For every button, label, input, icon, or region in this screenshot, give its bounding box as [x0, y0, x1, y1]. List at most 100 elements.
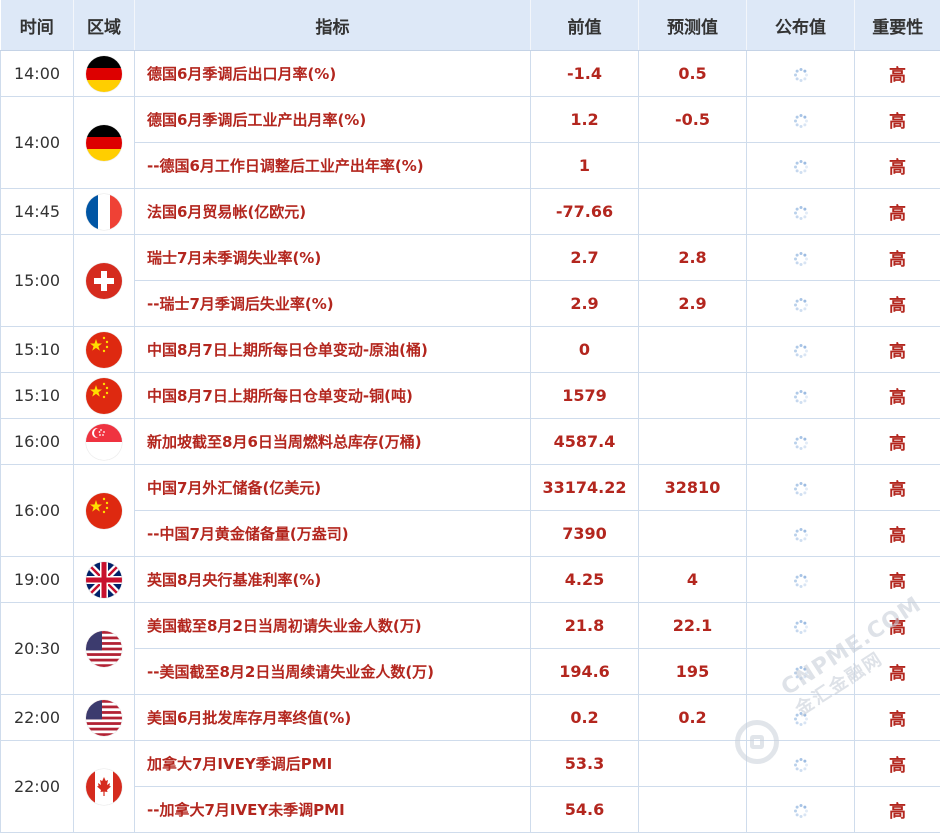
- importance-badge: 高: [854, 96, 940, 143]
- forecast-value: 22.1: [638, 602, 747, 649]
- table-row: --美国截至8月2日当周续请失业金人数(万) 194.6 195 高: [1, 648, 940, 695]
- region-flag-cell: [73, 326, 135, 373]
- actual-value-pending: [746, 326, 855, 373]
- event-time: 15:00: [0, 234, 74, 327]
- column-header-time: 时间: [0, 0, 74, 51]
- previous-value: 0.2: [530, 694, 639, 741]
- region-flag-cell: [73, 50, 135, 97]
- table-row: 14:00 德国6月季调后工业产出月率(%) 1.2 -0.5 高: [0, 96, 940, 189]
- france-flag-icon: [86, 193, 122, 230]
- importance-badge: 高: [854, 142, 940, 189]
- indicator-name[interactable]: 法国6月贸易帐(亿欧元): [134, 188, 531, 235]
- importance-badge: 高: [854, 372, 940, 419]
- table-row: 15:10 中国8月7日上期所每日仓单变动-原油(桶) 0 高: [0, 326, 940, 373]
- actual-value-pending: [746, 464, 855, 511]
- indicator-name[interactable]: 新加坡截至8月6日当周燃料总库存(万桶): [134, 418, 531, 465]
- table-row: --加拿大7月IVEY未季调PMI 54.6 高: [1, 786, 940, 833]
- table-row: 16:00 新加坡截至8月6日当周燃料总库存(万桶) 4587.4 高: [0, 418, 940, 465]
- previous-value: -77.66: [530, 188, 639, 235]
- previous-value: 54.6: [530, 786, 639, 833]
- indicator-name[interactable]: 瑞士7月未季调失业率(%): [134, 234, 531, 281]
- importance-badge: 高: [854, 786, 940, 833]
- forecast-value: [638, 740, 747, 787]
- region-flag-cell: [73, 188, 135, 235]
- germany-flag-icon: [86, 55, 122, 92]
- column-header-indicator: 指标: [134, 0, 531, 51]
- event-time: 14:00: [0, 50, 74, 97]
- event-time: 15:10: [0, 326, 74, 373]
- actual-value-pending: [746, 510, 855, 557]
- event-time: 16:00: [0, 418, 74, 465]
- region-flag-cell: [73, 556, 135, 603]
- indicator-name[interactable]: 美国6月批发库存月率终值(%): [134, 694, 531, 741]
- forecast-value: 0.2: [638, 694, 747, 741]
- singapore-flag-icon: [86, 423, 122, 460]
- loading-spinner-icon: [793, 573, 809, 589]
- table-row: 19:00 英国8月央行基准利率(%) 4.25 4 高: [0, 556, 940, 603]
- indicator-name[interactable]: 中国8月7日上期所每日仓单变动-铜(吨): [134, 372, 531, 419]
- indicator-name[interactable]: --美国截至8月2日当周续请失业金人数(万): [134, 648, 531, 695]
- loading-spinner-icon: [793, 481, 809, 497]
- loading-spinner-icon: [793, 711, 809, 727]
- actual-value-pending: [746, 96, 855, 143]
- region-flag-cell: [73, 464, 135, 557]
- loading-spinner-icon: [793, 619, 809, 635]
- indicator-name[interactable]: 德国6月季调后工业产出月率(%): [134, 96, 531, 143]
- actual-value-pending: [746, 188, 855, 235]
- table-row: 14:45 法国6月贸易帐(亿欧元) -77.66 高: [0, 188, 940, 235]
- column-header-forecast: 预测值: [638, 0, 747, 51]
- actual-value-pending: [746, 418, 855, 465]
- indicator-name[interactable]: 英国8月央行基准利率(%): [134, 556, 531, 603]
- loading-spinner-icon: [793, 527, 809, 543]
- indicator-name[interactable]: 中国7月外汇储备(亿美元): [134, 464, 531, 511]
- usa-flag-icon: [86, 699, 122, 736]
- indicator-name[interactable]: 中国8月7日上期所每日仓单变动-原油(桶): [134, 326, 531, 373]
- table-row: 22:00 美国6月批发库存月率终值(%) 0.2 0.2 高: [0, 694, 940, 741]
- china-flag-icon: [86, 377, 122, 414]
- forecast-value: 195: [638, 648, 747, 695]
- previous-value: 1579: [530, 372, 639, 419]
- event-time: 22:00: [0, 694, 74, 741]
- forecast-value: 4: [638, 556, 747, 603]
- previous-value: 7390: [530, 510, 639, 557]
- previous-value: 33174.22: [530, 464, 639, 511]
- region-flag-cell: [73, 418, 135, 465]
- indicator-name[interactable]: 德国6月季调后出口月率(%): [134, 50, 531, 97]
- table-row: 20:30 美国截至8月2日当周初请失业金人数(万) 21.8 22.1 高: [0, 602, 940, 695]
- switzerland-flag-icon: [86, 262, 122, 299]
- importance-badge: 高: [854, 510, 940, 557]
- importance-badge: 高: [854, 464, 940, 511]
- indicator-name[interactable]: --瑞士7月季调后失业率(%): [134, 280, 531, 327]
- previous-value: 4.25: [530, 556, 639, 603]
- actual-value-pending: [746, 280, 855, 327]
- importance-badge: 高: [854, 418, 940, 465]
- indicator-name[interactable]: --中国7月黄金储备量(万盎司): [134, 510, 531, 557]
- importance-badge: 高: [854, 280, 940, 327]
- forecast-value: [638, 510, 747, 557]
- actual-value-pending: [746, 556, 855, 603]
- table-row: --中国7月黄金储备量(万盎司) 7390 高: [1, 510, 940, 557]
- actual-value-pending: [746, 648, 855, 695]
- previous-value: -1.4: [530, 50, 639, 97]
- column-header-importance: 重要性: [854, 0, 940, 51]
- previous-value: 0: [530, 326, 639, 373]
- china-flag-icon: [86, 331, 122, 368]
- indicator-name[interactable]: --加拿大7月IVEY未季调PMI: [134, 786, 531, 833]
- china-flag-icon: [86, 492, 122, 529]
- loading-spinner-icon: [793, 803, 809, 819]
- loading-spinner-icon: [793, 205, 809, 221]
- indicator-name[interactable]: --德国6月工作日调整后工业产出年率(%): [134, 142, 531, 189]
- forecast-value: 0.5: [638, 50, 747, 97]
- event-time: 19:00: [0, 556, 74, 603]
- importance-badge: 高: [854, 556, 940, 603]
- actual-value-pending: [746, 786, 855, 833]
- region-flag-cell: [73, 694, 135, 741]
- importance-badge: 高: [854, 234, 940, 281]
- indicator-name[interactable]: 加拿大7月IVEY季调后PMI: [134, 740, 531, 787]
- table-row: --德国6月工作日调整后工业产出年率(%) 1 高: [1, 142, 940, 189]
- region-flag-cell: [73, 602, 135, 695]
- indicator-name[interactable]: 美国截至8月2日当周初请失业金人数(万): [134, 602, 531, 649]
- actual-value-pending: [746, 50, 855, 97]
- importance-badge: 高: [854, 326, 940, 373]
- previous-value: 53.3: [530, 740, 639, 787]
